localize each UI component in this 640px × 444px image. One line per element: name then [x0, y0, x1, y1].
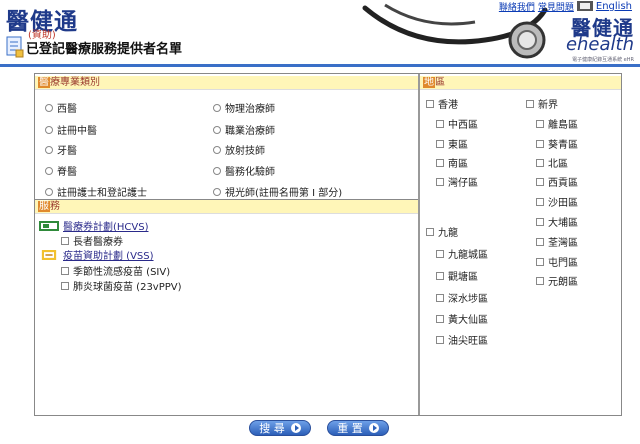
checkbox[interactable]: [436, 119, 444, 128]
district-panel: 地區 香港 中西區 東區 南區 灣仔區 新界 離島區 葵青區 北區 西貢區 沙田…: [420, 74, 621, 415]
checkbox[interactable]: [436, 158, 444, 167]
ehealth-logo: 醫健通 ehealth 電子健康紀錄互通系統 eHR: [556, 12, 634, 63]
district-sha-tin[interactable]: 沙田區: [536, 194, 578, 209]
checkbox[interactable]: [61, 266, 69, 275]
reset-button[interactable]: 重 置: [327, 420, 389, 436]
checkbox[interactable]: [536, 257, 544, 266]
faq-link[interactable]: 常見問題: [538, 0, 574, 13]
left-panel: 醫療專業類別 西醫 物理治療師 註冊中醫 職業治療師 牙醫 放射技師 脊醫 醫務…: [35, 74, 420, 415]
district-kwun-tong[interactable]: 觀塘區: [436, 268, 478, 283]
service-option-elderly-voucher[interactable]: 長者醫療券: [61, 233, 123, 248]
checkbox[interactable]: [536, 177, 544, 186]
checkbox[interactable]: [436, 271, 444, 280]
profession-option-nurse[interactable]: 註冊護士和登記護士: [45, 184, 147, 199]
health-care-voucher-icon: [39, 220, 59, 231]
checkbox[interactable]: [436, 177, 444, 186]
checkbox[interactable]: [536, 158, 544, 167]
radio-button[interactable]: [213, 125, 221, 134]
checkbox[interactable]: [536, 139, 544, 148]
radio-button[interactable]: [213, 103, 221, 112]
checkbox[interactable]: [536, 197, 544, 206]
page-title: 已登記醫療服務提供者名單: [26, 42, 183, 57]
profession-section-header: 醫療專業類別: [35, 76, 418, 90]
radio-button[interactable]: [45, 125, 53, 134]
region-new-territories[interactable]: 新界: [526, 96, 558, 111]
document-list-icon: [6, 36, 24, 58]
radio-button[interactable]: [213, 145, 221, 154]
profession-option-optometrist[interactable]: 視光師(註冊名冊第 I 部分): [213, 184, 342, 199]
profession-section: 醫療專業類別 西醫 物理治療師 註冊中醫 職業治療師 牙醫 放射技師 脊醫 醫務…: [35, 76, 418, 200]
district-yuen-long[interactable]: 元朗區: [536, 273, 578, 288]
hcvs-scheme-header: 醫療券計劃(HCVS): [39, 218, 149, 233]
checkbox[interactable]: [536, 217, 544, 226]
ehealth-logo-caption: 電子健康紀錄互通系統 eHR: [572, 57, 634, 63]
checkbox[interactable]: [436, 314, 444, 323]
district-sham-shui-po[interactable]: 深水埗區: [436, 290, 488, 305]
ehealth-logo-english: ehealth: [565, 34, 634, 55]
checkbox[interactable]: [536, 237, 544, 246]
checkbox[interactable]: [61, 236, 69, 245]
district-section-header: 地區: [420, 76, 621, 90]
district-tsuen-wan[interactable]: 荃灣區: [536, 234, 578, 249]
profession-option-occupational-therapist[interactable]: 職業治療師: [213, 122, 275, 137]
district-tai-po[interactable]: 大埔區: [536, 214, 578, 229]
arrow-right-icon: [368, 423, 379, 433]
checkbox[interactable]: [536, 119, 544, 128]
service-section: 服務 醫療券計劃(HCVS) 長者醫療券 疫苗資助計劃 (VSS) 季節性流感疫…: [35, 200, 418, 415]
arrow-right-icon: [290, 423, 301, 433]
radio-button[interactable]: [45, 145, 53, 154]
region-hk-island[interactable]: 香港: [426, 96, 458, 111]
service-option-23vppv[interactable]: 肺炎球菌疫苗 (23vPPV): [61, 278, 182, 293]
checkbox[interactable]: [426, 227, 434, 236]
radio-button[interactable]: [45, 187, 53, 196]
checkbox[interactable]: [426, 99, 434, 108]
region-kowloon[interactable]: 九龍: [426, 224, 458, 239]
radio-button[interactable]: [45, 166, 53, 175]
district-kowloon-city[interactable]: 九龍城區: [436, 246, 488, 261]
vss-title[interactable]: 疫苗資助計劃 (VSS): [63, 247, 154, 262]
district-north[interactable]: 北區: [536, 155, 568, 170]
checkbox[interactable]: [436, 293, 444, 302]
district-tuen-mun[interactable]: 屯門區: [536, 254, 578, 269]
search-button[interactable]: 搜 尋: [249, 420, 311, 436]
checkbox[interactable]: [526, 99, 534, 108]
district-islands[interactable]: 離島區: [536, 116, 578, 131]
radio-button[interactable]: [213, 166, 221, 175]
district-kwai-tsing[interactable]: 葵青區: [536, 136, 578, 151]
radio-button[interactable]: [45, 103, 53, 112]
hcvs-title[interactable]: 醫療券計劃(HCVS): [63, 218, 149, 233]
search-form: 醫療專業類別 西醫 物理治療師 註冊中醫 職業治療師 牙醫 放射技師 脊醫 醫務…: [34, 73, 622, 416]
checkbox[interactable]: [61, 281, 69, 290]
district-wong-tai-sin[interactable]: 黃大仙區: [436, 311, 488, 326]
service-section-header: 服務: [35, 200, 418, 214]
checkbox[interactable]: [436, 249, 444, 258]
profession-option-western-medicine[interactable]: 西醫: [45, 100, 77, 115]
district-sai-kung[interactable]: 西貢區: [536, 174, 578, 189]
english-language-link[interactable]: English: [596, 1, 632, 12]
district-southern[interactable]: 南區: [436, 155, 468, 170]
vss-scheme-header: 疫苗資助計劃 (VSS): [39, 247, 154, 262]
district-central-western[interactable]: 中西區: [436, 116, 478, 131]
checkbox[interactable]: [436, 335, 444, 344]
checkbox[interactable]: [536, 276, 544, 285]
checkbox[interactable]: [436, 139, 444, 148]
profession-option-chiropractor[interactable]: 脊醫: [45, 163, 77, 178]
profession-option-medical-technologist[interactable]: 醫務化驗師: [213, 163, 275, 178]
profession-option-radiographer[interactable]: 放射技師: [213, 142, 265, 157]
district-eastern[interactable]: 東區: [436, 136, 468, 151]
service-option-siv[interactable]: 季節性流感疫苗 (SIV): [61, 263, 170, 278]
district-wan-chai[interactable]: 灣仔區: [436, 174, 478, 189]
profession-option-dentist[interactable]: 牙醫: [45, 142, 77, 157]
district-yau-tsim-mong[interactable]: 油尖旺區: [436, 332, 488, 347]
profession-option-physiotherapist[interactable]: 物理治療師: [213, 100, 275, 115]
profession-option-chinese-medicine[interactable]: 註冊中醫: [45, 122, 97, 137]
language-flag-icon: [576, 1, 593, 11]
top-links: 聯絡我們 常見問題 English: [499, 0, 632, 13]
header-divider: [0, 64, 640, 67]
page-header: 醫健通 (資助) 已登記醫療服務提供者名單 聯絡我們 常見問題 English …: [0, 0, 640, 64]
contact-us-link[interactable]: 聯絡我們: [499, 0, 535, 13]
radio-button[interactable]: [213, 187, 221, 196]
vaccination-scheme-icon: [41, 249, 57, 260]
